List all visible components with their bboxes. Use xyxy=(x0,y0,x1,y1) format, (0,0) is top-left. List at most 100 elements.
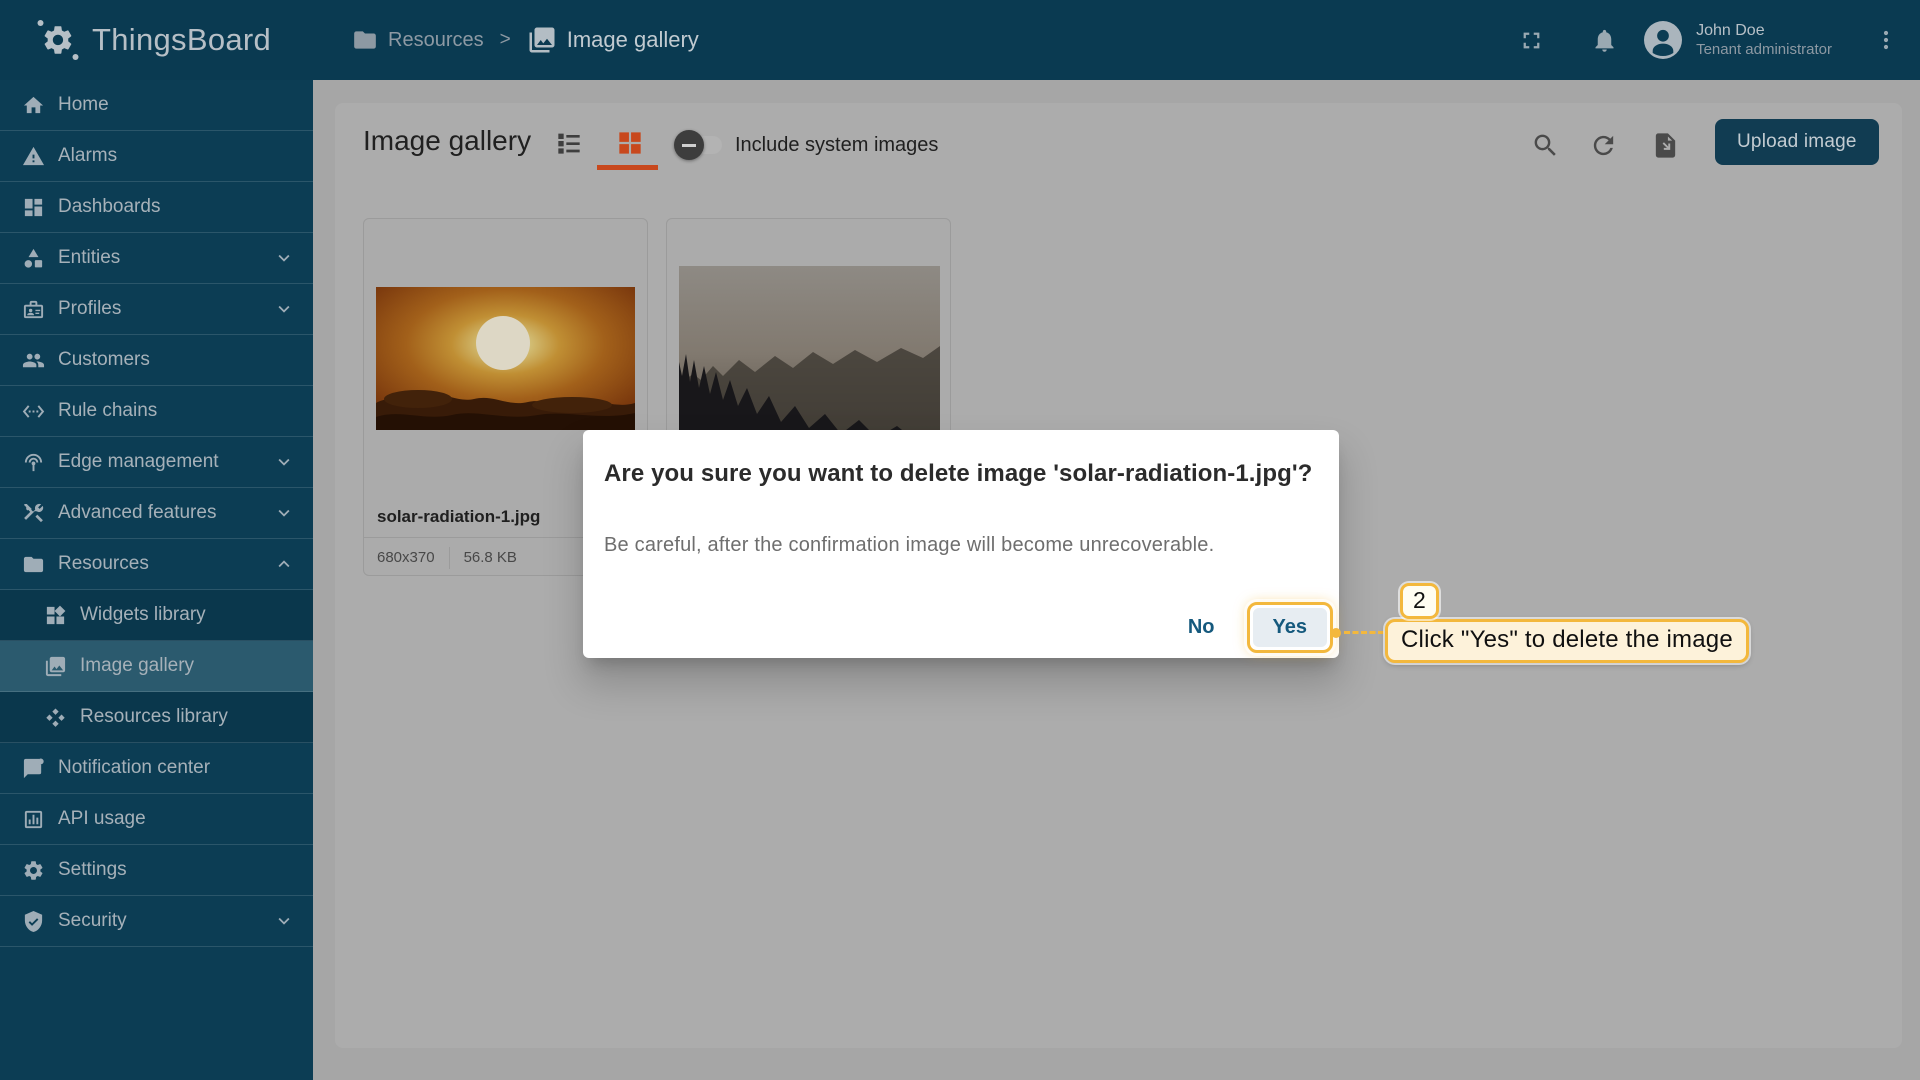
photo-library-icon xyxy=(527,25,557,55)
sidebar-item-rule-chains[interactable]: Rule chains xyxy=(0,386,313,437)
api-usage-icon xyxy=(22,808,45,831)
profiles-icon xyxy=(22,298,45,321)
annotation-label: Click "Yes" to delete the image xyxy=(1385,619,1749,663)
sidebar-item-label: Security xyxy=(58,910,127,932)
toggle-thumb-minus-icon xyxy=(674,130,704,160)
breadcrumb-section-label: Resources xyxy=(388,29,484,52)
sidebar-item-label: Resources xyxy=(58,553,149,575)
rule-chains-icon xyxy=(22,400,45,423)
edge-management-icon xyxy=(22,451,45,474)
user-role: Tenant administrator xyxy=(1696,41,1832,60)
sidebar-item-label: Resources library xyxy=(80,706,228,728)
sidebar-item-dashboards[interactable]: Dashboards xyxy=(0,182,313,233)
grid-view-icon xyxy=(614,127,646,159)
sidebar-item-label: Customers xyxy=(58,349,150,371)
more-menu-button[interactable] xyxy=(1874,28,1898,52)
customers-icon xyxy=(22,349,45,372)
dialog-message: Be careful, after the confirmation image… xyxy=(604,534,1214,557)
entities-icon xyxy=(22,247,45,270)
alarms-icon xyxy=(22,145,45,168)
sidebar-item-widgets-library[interactable]: Widgets library xyxy=(0,590,313,641)
breadcrumb: Resources > Image gallery xyxy=(352,0,699,80)
sidebar-item-security[interactable]: Security xyxy=(0,896,313,947)
callout-connector-dash xyxy=(1344,631,1384,634)
sidebar-item-resources-library[interactable]: Resources library xyxy=(0,692,313,743)
resources-library-icon xyxy=(44,706,67,729)
list-view-icon xyxy=(553,127,585,159)
thingsboard-logo-icon xyxy=(34,16,82,64)
sidebar-item-label: Notification center xyxy=(58,757,210,779)
sidebar-item-resources[interactable]: Resources xyxy=(0,539,313,590)
search-button[interactable] xyxy=(1531,130,1561,160)
image-resolution: 680x370 xyxy=(377,549,435,566)
annotation-step-badge: 2 xyxy=(1400,583,1439,619)
file-import-icon xyxy=(1651,131,1680,160)
folder-icon xyxy=(22,553,45,576)
include-system-images-toggle[interactable] xyxy=(678,136,722,154)
advanced-features-icon xyxy=(22,502,45,525)
import-image-button[interactable] xyxy=(1651,130,1681,160)
sidebar-item-edge-management[interactable]: Edge management xyxy=(0,437,313,488)
footer-divider xyxy=(449,547,450,569)
sidebar-item-profiles[interactable]: Profiles xyxy=(0,284,313,335)
dialog-title: Are you sure you want to delete image 's… xyxy=(604,460,1312,488)
user-avatar[interactable] xyxy=(1644,21,1682,59)
include-system-images-label: Include system images xyxy=(735,134,938,157)
refresh-button[interactable] xyxy=(1589,130,1619,160)
bell-icon xyxy=(1591,27,1618,54)
breadcrumb-separator: > xyxy=(500,29,511,51)
chevron-down-icon xyxy=(273,247,295,269)
fullscreen-icon xyxy=(1518,27,1545,54)
confirm-delete-dialog: Are you sure you want to delete image 's… xyxy=(583,430,1339,658)
image-file-size: 56.8 KB xyxy=(464,549,517,566)
grid-view-button[interactable] xyxy=(614,126,648,160)
sidebar-item-api-usage[interactable]: API usage xyxy=(0,794,313,845)
sidebar-item-label: Profiles xyxy=(58,298,121,320)
kebab-menu-icon xyxy=(1874,28,1898,52)
sidebar-item-label: Alarms xyxy=(58,145,117,167)
dashboards-icon xyxy=(22,196,45,219)
security-icon xyxy=(22,910,45,933)
chevron-down-icon xyxy=(273,298,295,320)
chevron-up-icon xyxy=(273,553,295,575)
sidebar-item-home[interactable]: Home xyxy=(0,80,313,131)
sidebar-item-advanced-features[interactable]: Advanced features xyxy=(0,488,313,539)
sidebar-item-label: Widgets library xyxy=(80,604,206,626)
sidebar-item-image-gallery[interactable]: Image gallery xyxy=(0,641,313,692)
image-gallery-icon xyxy=(44,655,67,678)
chevron-down-icon xyxy=(273,451,295,473)
sidebar-item-label: Advanced features xyxy=(58,502,216,524)
callout-connector-dot xyxy=(1331,628,1341,638)
folder-icon xyxy=(352,27,378,53)
sidebar-item-label: Home xyxy=(58,94,109,116)
image-card-name: solar-radiation-1.jpg xyxy=(377,507,540,527)
breadcrumb-image-gallery[interactable]: Image gallery xyxy=(527,25,699,55)
no-button[interactable]: No xyxy=(1170,606,1233,649)
sidebar-item-settings[interactable]: Settings xyxy=(0,845,313,896)
header-actions: John Doe Tenant administrator xyxy=(1518,0,1898,80)
sidebar-item-notification-center[interactable]: Notification center xyxy=(0,743,313,794)
sidebar-item-label: Dashboards xyxy=(58,196,160,218)
settings-icon xyxy=(22,859,45,882)
breadcrumb-resources[interactable]: Resources xyxy=(352,27,484,53)
sidebar-item-customers[interactable]: Customers xyxy=(0,335,313,386)
sidebar-item-alarms[interactable]: Alarms xyxy=(0,131,313,182)
yes-button[interactable]: Yes xyxy=(1253,608,1327,647)
sidebar-item-label: Image gallery xyxy=(80,655,194,677)
list-view-button[interactable] xyxy=(553,126,587,160)
top-header: ThingsBoard Resources > Image gallery Jo… xyxy=(0,0,1920,80)
brand-name: ThingsBoard xyxy=(92,22,271,58)
brand-logo: ThingsBoard xyxy=(34,0,271,80)
chevron-down-icon xyxy=(273,910,295,932)
refresh-icon xyxy=(1589,131,1618,160)
upload-image-button[interactable]: Upload image xyxy=(1715,119,1879,165)
sidebar-item-entities[interactable]: Entities xyxy=(0,233,313,284)
user-info[interactable]: John Doe Tenant administrator xyxy=(1696,21,1832,60)
fullscreen-button[interactable] xyxy=(1518,27,1545,54)
notification-center-icon xyxy=(22,757,45,780)
notifications-button[interactable] xyxy=(1591,27,1618,54)
sunset-image xyxy=(376,287,635,430)
sidebar-item-label: Settings xyxy=(58,859,127,881)
home-icon xyxy=(22,94,45,117)
breadcrumb-page-label: Image gallery xyxy=(567,27,699,53)
